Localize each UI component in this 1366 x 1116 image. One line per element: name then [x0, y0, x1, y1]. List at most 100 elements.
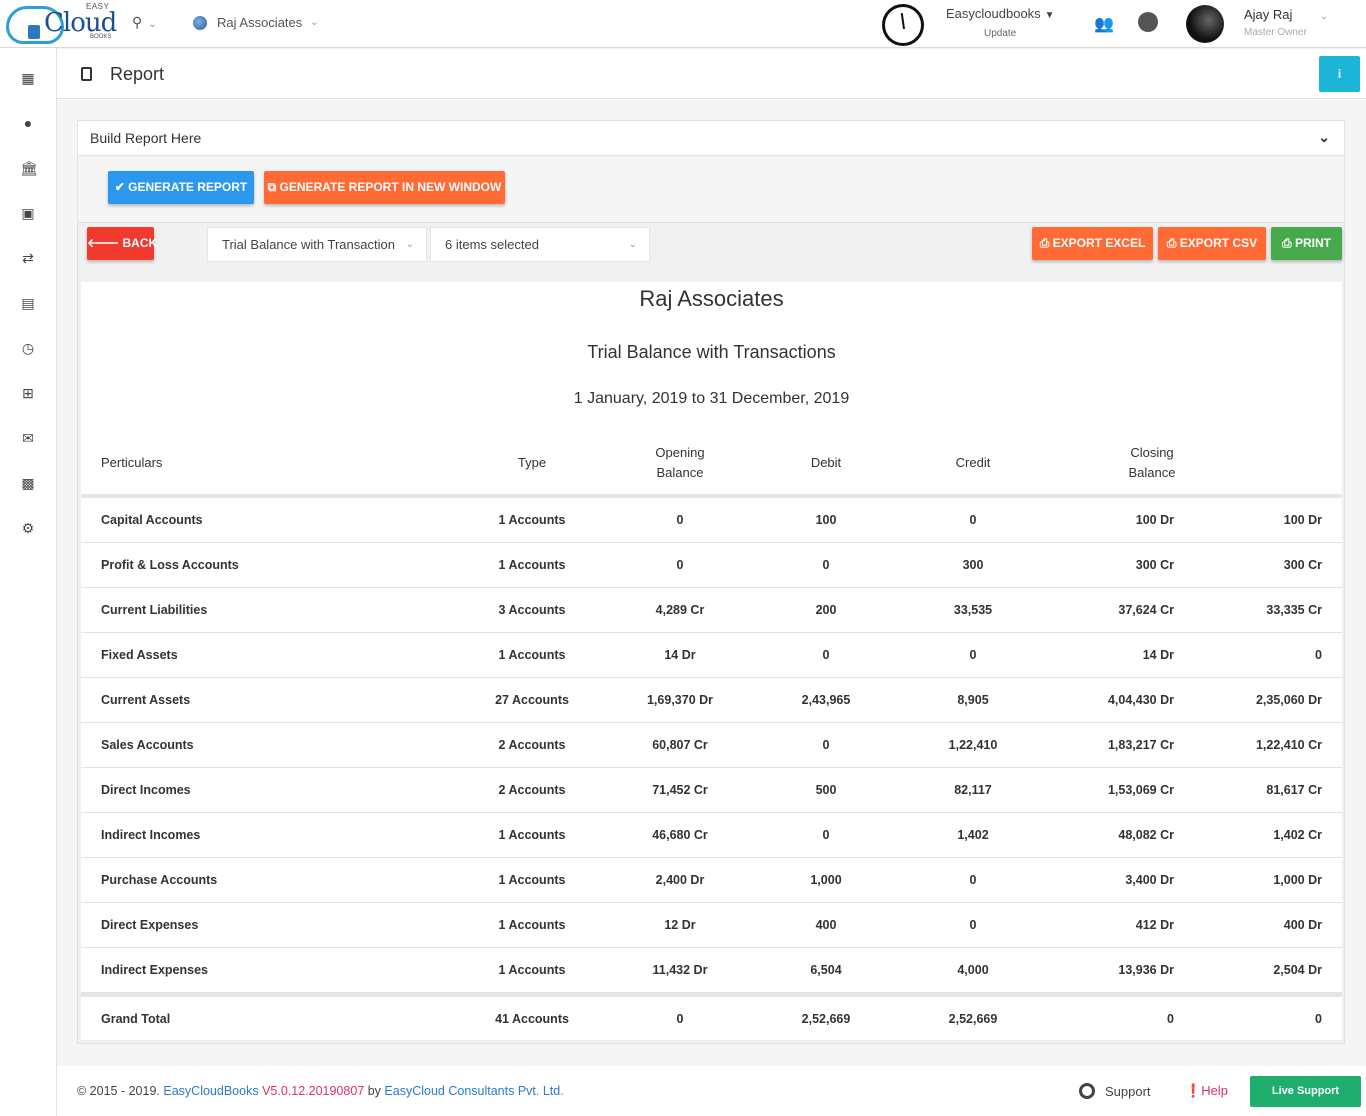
- row-closing: 3,400 Dr: [1125, 873, 1174, 887]
- company-link[interactable]: EasyCloud Consultants Pvt. Ltd.: [384, 1084, 563, 1098]
- user-name[interactable]: Ajay Raj: [1244, 7, 1292, 22]
- user-icon[interactable]: ●: [20, 115, 36, 131]
- row-closing: 1,83,217 Cr: [1107, 738, 1174, 752]
- row-debit: 0: [822, 648, 830, 662]
- help-link[interactable]: ❗Help: [1185, 1083, 1228, 1099]
- report-type-value: Trial Balance with Transaction: [222, 237, 395, 252]
- table-row: Indirect Expenses 1 Accounts 11,432 Dr 6,50…: [81, 948, 1342, 993]
- header-closing-line1: Closing: [1130, 445, 1174, 460]
- total-type: 41 Accounts: [495, 1012, 569, 1026]
- build-report-panel[interactable]: Build Report Here ⌄: [77, 120, 1345, 156]
- table-row: Direct Expenses 1 Accounts 12 Dr 400 0 412 Dr…: [81, 903, 1342, 948]
- avatar[interactable]: [1186, 5, 1224, 43]
- header-closing-balance: Closing Balance: [1091, 443, 1213, 483]
- clock-icon[interactable]: ◷: [20, 340, 36, 356]
- product-link[interactable]: EasyCloudBooks: [163, 1084, 258, 1098]
- document-icon[interactable]: ▤: [20, 295, 36, 311]
- table-row: Current Liabilities 3 Accounts 4,289 Cr 200…: [81, 588, 1342, 633]
- users-icon[interactable]: 👥: [1094, 14, 1114, 34]
- envelope-icon[interactable]: ✉: [20, 430, 36, 446]
- generate-report-button[interactable]: ✔ GENERATE REPORT: [108, 171, 254, 204]
- row-net: 2,504 Dr: [1273, 963, 1322, 977]
- dashboard-icon[interactable]: ▦: [20, 70, 36, 86]
- header-particulars: Perticulars: [101, 455, 163, 470]
- exclamation-circle-icon: ❗: [1185, 1083, 1202, 1098]
- report-type-select[interactable]: Trial Balance with Transaction ⌄: [207, 227, 427, 262]
- archive-icon[interactable]: ▩: [20, 475, 36, 491]
- generate-buttons-row: ✔ GENERATE REPORT ⧉ GENERATE REPORT IN N…: [77, 156, 1345, 222]
- row-opening: 12 Dr: [664, 918, 696, 932]
- info-button[interactable]: i: [1319, 56, 1360, 92]
- gear-icon[interactable]: ⚙: [20, 520, 36, 536]
- row-credit: 0: [969, 513, 977, 527]
- row-net: 81,617 Cr: [1266, 783, 1322, 797]
- row-closing: 14 Dr: [1142, 648, 1174, 662]
- row-net: 300 Cr: [1283, 558, 1322, 572]
- plus-square-icon[interactable]: ⊞: [20, 385, 36, 401]
- back-button[interactable]: 🡐 BACK: [87, 227, 157, 260]
- transfer-icon[interactable]: ⇄: [20, 250, 36, 266]
- row-credit: 0: [969, 873, 977, 887]
- chevron-down-icon[interactable]: ⌄: [1320, 11, 1328, 22]
- company-selector[interactable]: Raj Associates ⌄: [193, 15, 319, 30]
- total-debit: 2,52,669: [801, 1012, 851, 1026]
- row-credit: 4,000: [957, 963, 989, 977]
- export-excel-button[interactable]: ⎙ EXPORT EXCEL: [1032, 227, 1153, 260]
- row-name: Profit & Loss Accounts: [101, 558, 239, 572]
- row-type: 1 Accounts: [498, 558, 566, 572]
- app-logo[interactable]: EASY Cloud BOOKS: [6, 2, 117, 46]
- table-row: Sales Accounts 2 Accounts 60,807 Cr 0 1,22,4…: [81, 723, 1342, 768]
- row-closing: 1,53,069 Cr: [1107, 783, 1174, 797]
- grand-total-row: Grand Total 41 Accounts 0 2,52,669 2,52,…: [81, 997, 1342, 1042]
- row-credit: 0: [969, 918, 977, 932]
- table-row: Direct Incomes 2 Accounts 71,452 Cr 500 82,1…: [81, 768, 1342, 813]
- total-credit: 2,52,669: [948, 1012, 998, 1026]
- header-credit: Credit: [955, 455, 991, 470]
- row-net: 1,402 Cr: [1273, 828, 1322, 842]
- row-debit: 100: [815, 513, 837, 527]
- clock-icon[interactable]: [882, 4, 924, 46]
- copyright-text: © 2015 - 2019. EasyCloudBooks V5.0.12.20…: [77, 1084, 564, 1098]
- row-opening: 60,807 Cr: [652, 738, 708, 752]
- caret-down-icon: ▼: [1044, 10, 1055, 21]
- chevron-down-icon[interactable]: ⌄: [1318, 129, 1330, 146]
- bank-icon[interactable]: 🏛: [20, 160, 38, 176]
- chevron-down-icon: ⌄: [310, 17, 319, 28]
- copyright: © 2015 - 2019.: [77, 1084, 160, 1098]
- row-name: Fixed Assets: [101, 648, 178, 662]
- report-period: 1 January, 2019 to 31 December, 2019: [573, 390, 850, 407]
- organization-dropdown[interactable]: Easycloudbooks ▼: [946, 6, 1055, 21]
- organization-update-link[interactable]: Update: [984, 28, 1016, 39]
- row-type: 2 Accounts: [498, 783, 566, 797]
- print-button[interactable]: ⎙ PRINT: [1271, 227, 1342, 260]
- total-name: Grand Total: [101, 1012, 171, 1026]
- row-type: 1 Accounts: [498, 513, 566, 527]
- top-bar: EASY Cloud BOOKS ⚲ ⌄ Raj Associates ⌄ Eas…: [0, 0, 1366, 48]
- support-link[interactable]: Support: [1079, 1083, 1151, 1099]
- row-opening: 14 Dr: [664, 648, 696, 662]
- row-debit: 500: [815, 783, 837, 797]
- report-title: Trial Balance with Transactions: [587, 342, 836, 362]
- product-version: V5.0.12.20190807: [262, 1084, 365, 1098]
- row-debit: 1,000: [810, 873, 842, 887]
- export-csv-button[interactable]: ⎙ EXPORT CSV: [1158, 227, 1266, 260]
- row-name: Direct Expenses: [101, 918, 199, 932]
- row-name: Direct Incomes: [101, 783, 191, 797]
- live-support-button[interactable]: Live Support: [1250, 1076, 1361, 1107]
- globe-icon[interactable]: [1138, 12, 1158, 32]
- row-closing: 37,624 Cr: [1118, 603, 1174, 617]
- row-net: 33,335 Cr: [1266, 603, 1322, 617]
- row-type: 1 Accounts: [498, 963, 566, 977]
- generate-report-new-window-button[interactable]: ⧉ GENERATE REPORT IN NEW WINDOW: [264, 171, 505, 204]
- row-closing: 48,082 Cr: [1118, 828, 1174, 842]
- table-row: Profit & Loss Accounts 1 Accounts 0 0 300 300…: [81, 543, 1342, 588]
- search-toggle[interactable]: ⚲ ⌄: [132, 14, 157, 31]
- header-type: Type: [517, 455, 547, 470]
- row-credit: 1,22,410: [948, 738, 998, 752]
- row-name: Purchase Accounts: [101, 873, 218, 887]
- briefcase-icon[interactable]: ▣: [20, 205, 36, 221]
- row-type: 1 Accounts: [498, 648, 566, 662]
- table-row: Current Assets 27 Accounts 1,69,370 Dr 2,43…: [81, 678, 1342, 723]
- items-multiselect[interactable]: 6 items selected ⌄: [430, 227, 650, 262]
- chevron-down-icon: ⌄: [148, 19, 157, 30]
